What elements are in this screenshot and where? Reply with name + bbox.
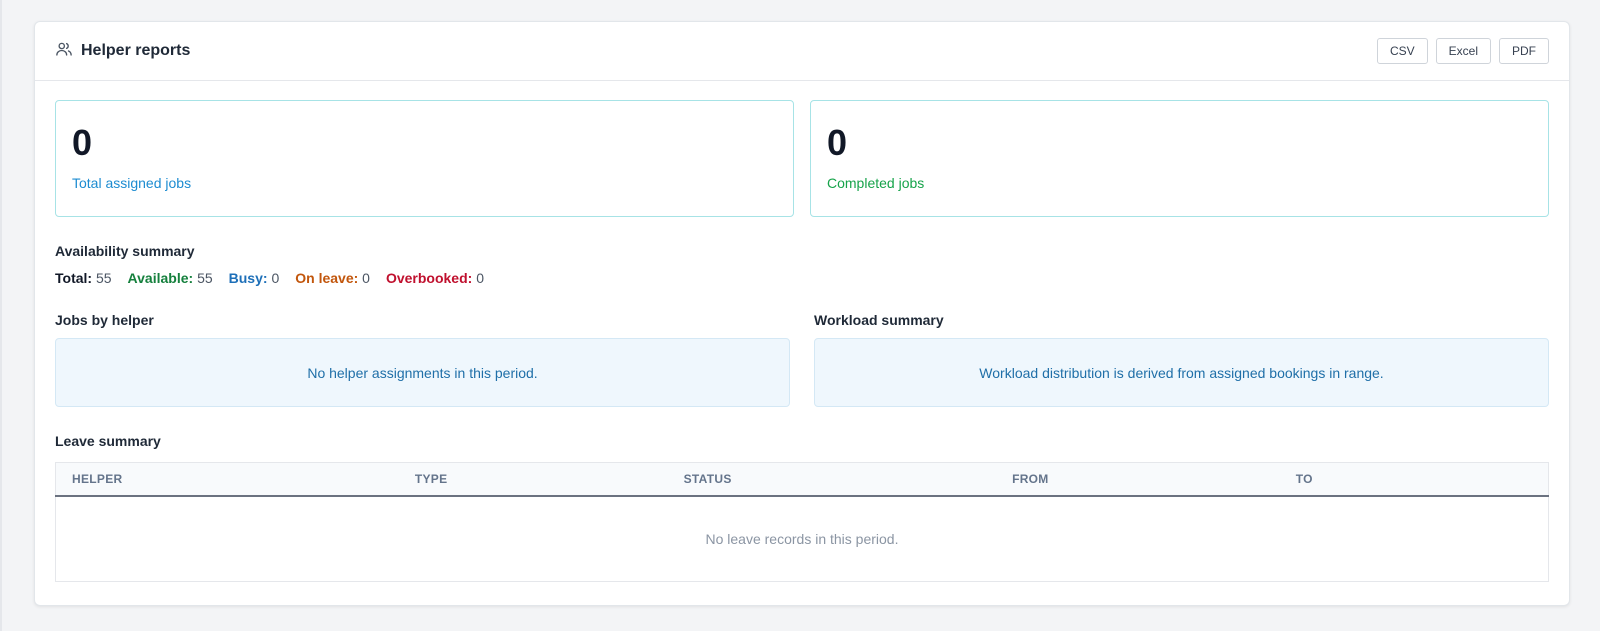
availability-label: Busy:	[228, 270, 268, 286]
table-row: No leave records in this period.	[56, 496, 1549, 582]
column-header-to: TO	[1279, 462, 1549, 497]
export-pdf-button[interactable]: PDF	[1499, 38, 1549, 64]
users-icon	[55, 40, 73, 63]
stat-label: Completed jobs	[827, 175, 925, 191]
section-title: Jobs by helper	[55, 312, 154, 328]
page-left-border	[0, 0, 2, 631]
availability-line: Total: 55 Available: 55 Busy: 0 On leave…	[55, 270, 1549, 286]
card-body: 0 Total assigned jobs 0 Completed jobs A…	[35, 81, 1569, 582]
availability-value: 0	[476, 270, 484, 286]
leave-empty-message: No leave records in this period.	[705, 531, 899, 547]
section-title: Leave summary	[55, 433, 161, 449]
card-header: Helper reports CSV Excel PDF	[35, 22, 1569, 81]
availability-label: Available:	[127, 270, 194, 286]
helper-reports-card: Helper reports CSV Excel PDF 0 Total ass…	[34, 21, 1570, 606]
jobs-by-helper-empty-message: No helper assignments in this period.	[55, 338, 790, 407]
export-excel-button[interactable]: Excel	[1435, 38, 1491, 64]
availability-label: Total:	[55, 270, 93, 286]
availability-on-leave: On leave: 0	[295, 270, 370, 286]
jobs-by-helper-section: Jobs by helper No helper assignments in …	[55, 312, 790, 407]
column-header-type: TYPE	[398, 462, 668, 497]
leave-table: HELPER TYPE STATUS FROM TO No leave reco…	[55, 462, 1549, 582]
stats-row: 0 Total assigned jobs 0 Completed jobs	[55, 100, 1549, 217]
stat-completed-jobs: 0 Completed jobs	[810, 100, 1549, 217]
stat-total-assigned-jobs: 0 Total assigned jobs	[55, 100, 794, 217]
availability-label: Overbooked:	[385, 270, 473, 286]
workload-summary-section: Workload summary Workload distribution i…	[814, 312, 1549, 407]
title-wrap: Helper reports	[55, 40, 190, 63]
availability-available: Available: 55	[128, 270, 213, 286]
availability-value: 0	[271, 270, 280, 286]
availability-total: Total: 55	[55, 270, 112, 286]
table-header-row: HELPER TYPE STATUS FROM TO	[55, 462, 1549, 497]
leave-summary-section: Leave summary HELPER TYPE STATUS FROM TO…	[55, 433, 1549, 582]
stat-label: Total assigned jobs	[72, 175, 192, 191]
availability-label: On leave:	[295, 270, 359, 286]
availability-value: 55	[95, 270, 112, 286]
stat-value: 0	[827, 122, 848, 163]
workload-info-message: Workload distribution is derived from as…	[814, 338, 1549, 407]
availability-value: 55	[197, 270, 213, 286]
stat-value: 0	[72, 122, 93, 163]
export-buttons: CSV Excel PDF	[1376, 38, 1549, 64]
summary-columns: Jobs by helper No helper assignments in …	[55, 312, 1549, 407]
availability-busy: Busy: 0	[229, 270, 280, 286]
export-csv-button[interactable]: CSV	[1376, 38, 1428, 64]
column-header-status: STATUS	[667, 462, 997, 497]
availability-summary: Availability summary Total: 55 Available…	[55, 243, 1549, 286]
column-header-from: FROM	[996, 462, 1280, 497]
availability-overbooked: Overbooked: 0	[386, 270, 484, 286]
section-title: Availability summary	[55, 243, 195, 259]
availability-value: 0	[362, 270, 370, 286]
section-title: Workload summary	[814, 312, 944, 328]
column-header-helper: HELPER	[55, 462, 399, 497]
page-title: Helper reports	[81, 42, 191, 59]
